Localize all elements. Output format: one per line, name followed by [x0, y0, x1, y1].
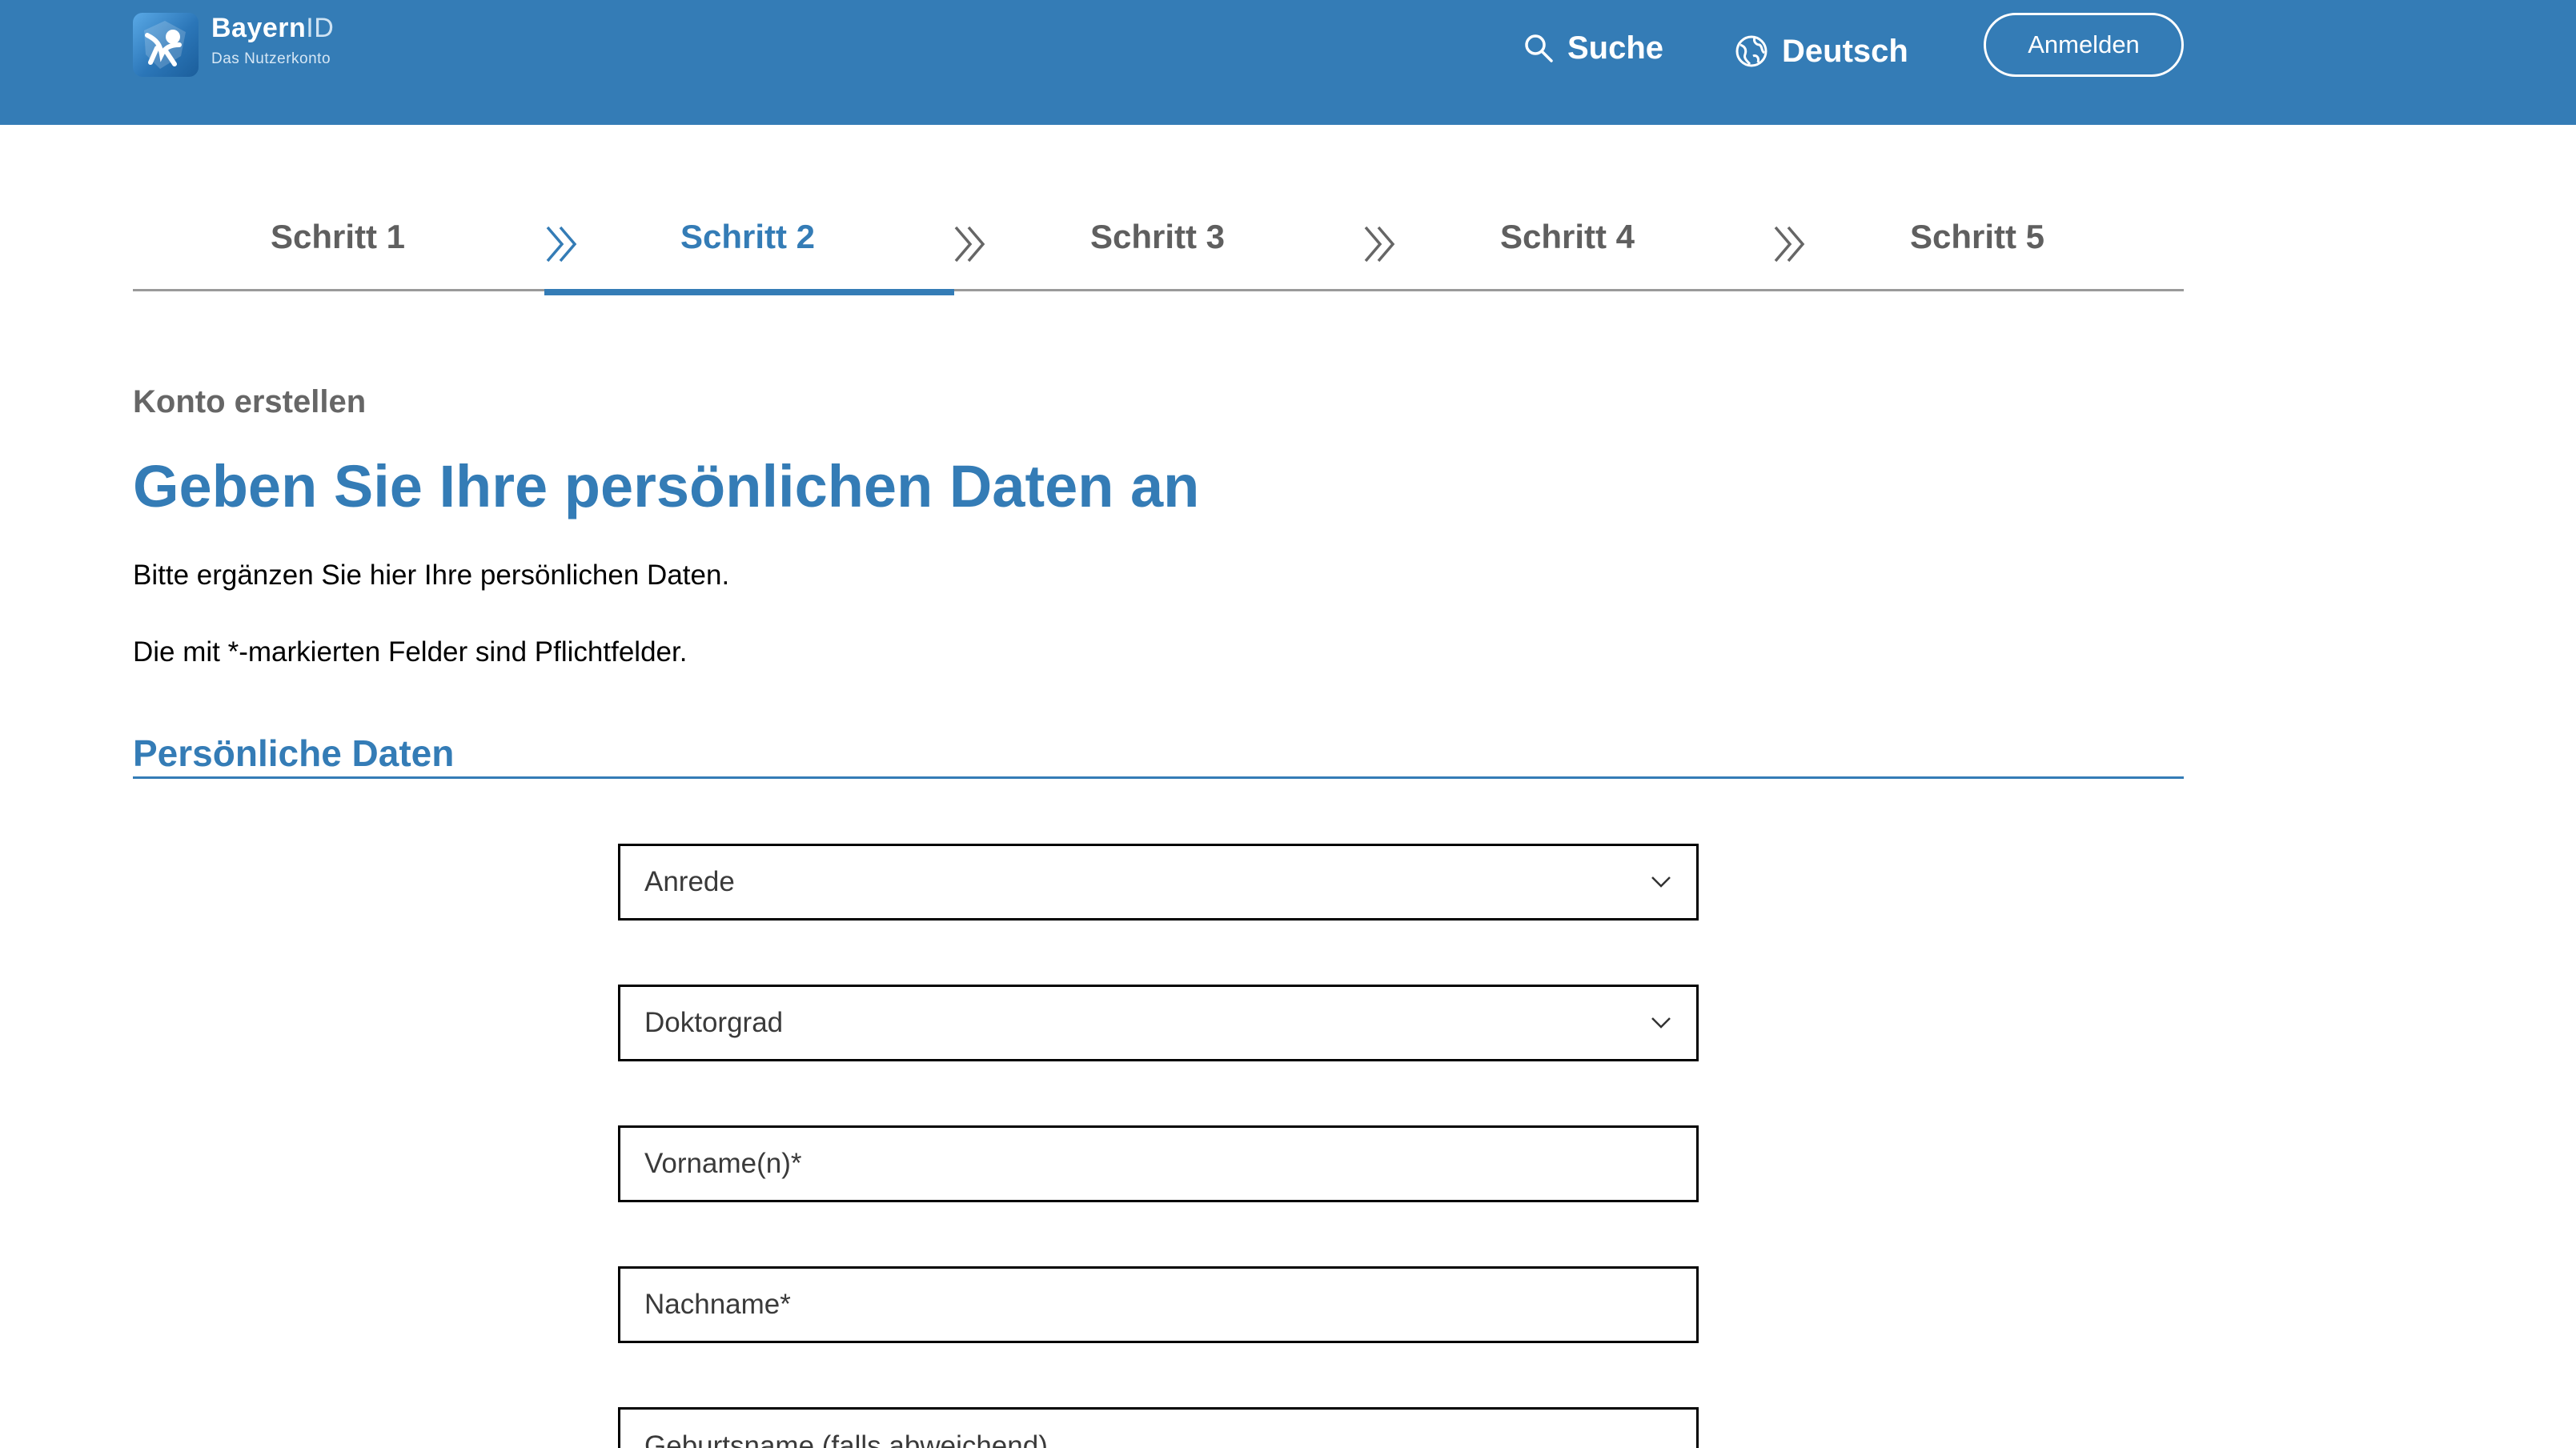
step-3[interactable]: Schritt 3	[953, 184, 1362, 293]
progress-stepper: Schritt 1 Schritt 2 Schritt 3 Schritt 4 …	[133, 184, 2184, 293]
top-header: BayernID Das Nutzerkonto Suche Deutsch A…	[0, 0, 2576, 125]
language-selector[interactable]: Deutsch	[1734, 27, 1908, 75]
salutation-placeholder: Anrede	[644, 866, 735, 897]
search-label: Suche	[1567, 30, 1664, 66]
last-name-placeholder: Nachname*	[644, 1289, 791, 1320]
bayernid-logo-icon	[144, 21, 186, 69]
birth-name-input[interactable]: Geburtsname (falls abweichend)	[618, 1407, 1699, 1448]
bayernid-logo[interactable]	[133, 13, 199, 77]
stepper-divider	[133, 289, 2184, 291]
page-title: Geben Sie Ihre persönlichen Daten an	[133, 453, 1200, 519]
globe-icon	[1735, 35, 1767, 67]
brand-subtitle: Das Nutzerkonto	[211, 50, 331, 67]
chevron-down-icon	[1651, 876, 1671, 888]
step-2[interactable]: Schritt 2	[543, 184, 953, 293]
double-chevron-right-icon	[954, 226, 985, 263]
search-link[interactable]: Suche	[1523, 24, 1663, 72]
chevron-down-icon	[1651, 1017, 1671, 1029]
brand-name: BayernID	[211, 13, 335, 43]
birth-name-placeholder: Geburtsname (falls abweichend)	[644, 1430, 1048, 1448]
required-note: Die mit *-markierten Felder sind Pflicht…	[133, 636, 688, 668]
step-4[interactable]: Schritt 4	[1362, 184, 1772, 293]
double-chevron-right-icon	[546, 226, 577, 263]
step-1[interactable]: Schritt 1	[133, 184, 543, 293]
double-chevron-right-icon	[1774, 226, 1805, 263]
page-overline: Konto erstellen	[133, 384, 367, 419]
section-divider	[133, 776, 2184, 779]
first-name-placeholder: Vorname(n)*	[644, 1148, 802, 1179]
doctorate-select[interactable]: Doktorgrad	[618, 985, 1699, 1061]
step-5[interactable]: Schritt 5	[1772, 184, 2182, 293]
active-step-indicator	[544, 289, 954, 295]
section-title: Persönliche Daten	[133, 732, 455, 774]
first-name-input[interactable]: Vorname(n)*	[618, 1125, 1699, 1202]
last-name-input[interactable]: Nachname*	[618, 1266, 1699, 1343]
salutation-select[interactable]: Anrede	[618, 844, 1699, 921]
intro-text: Bitte ergänzen Sie hier Ihre persönliche…	[133, 560, 730, 591]
doctorate-placeholder: Doktorgrad	[644, 1007, 784, 1038]
double-chevron-right-icon	[1364, 226, 1395, 263]
language-label: Deutsch	[1782, 34, 1908, 69]
login-button[interactable]: Anmelden	[1984, 13, 2184, 77]
search-icon	[1525, 34, 1553, 62]
